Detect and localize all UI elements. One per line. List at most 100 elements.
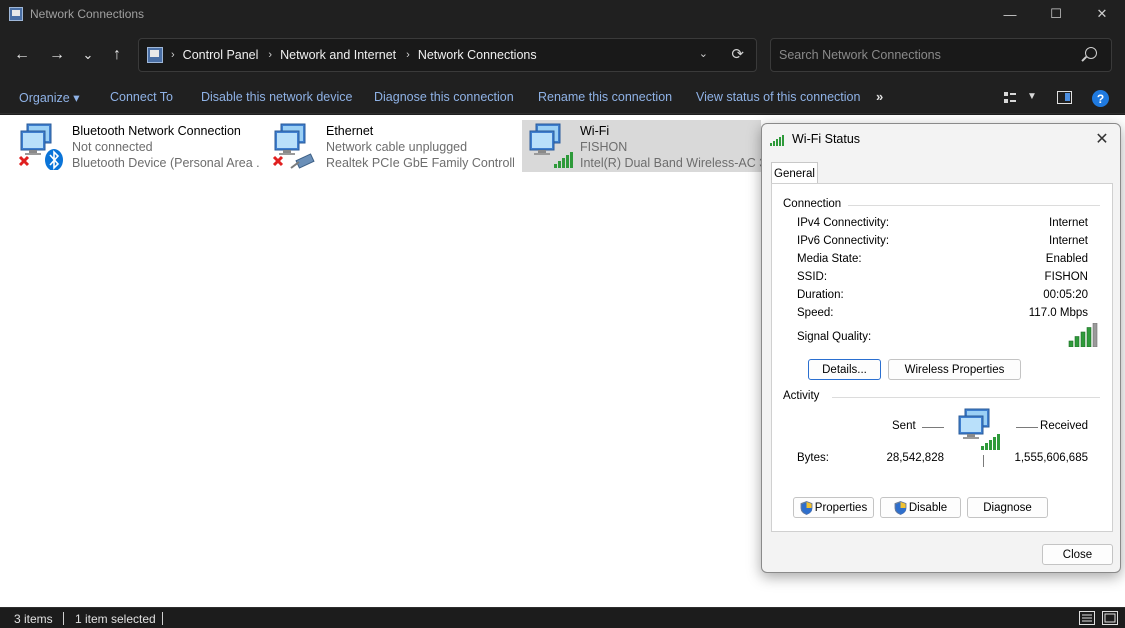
bluetooth-network-icon — [18, 123, 63, 170]
change-view-icon[interactable] — [1004, 92, 1016, 104]
organize-menu[interactable]: Organize ▾ — [19, 90, 79, 105]
ssid-label: SSID: — [797, 271, 828, 283]
address-bar[interactable]: › Control Panel › Network and Internet ›… — [138, 38, 757, 72]
connection-device: Intel(R) Dual Band Wireless-AC 31... — [580, 156, 761, 170]
ssid-value: FISHON — [1044, 271, 1088, 283]
navigation-bar: ← → ⌄ ↑ › Control Panel › Network and In… — [0, 28, 1125, 82]
breadcrumb-separator[interactable]: › — [268, 49, 272, 61]
activity-group-label: Activity — [783, 390, 820, 402]
received-line — [1016, 427, 1038, 428]
status-bar: 3 items 1 item selected — [0, 607, 1125, 628]
wireless-properties-button[interactable]: Wireless Properties — [888, 359, 1021, 380]
connection-item-wifi[interactable]: Wi-Fi FISHON Intel(R) Dual Band Wireless… — [522, 120, 761, 172]
connection-name: Ethernet — [326, 124, 374, 138]
status-divider — [63, 612, 64, 625]
maximize-button[interactable]: ☐ — [1033, 0, 1079, 28]
diagnose-button[interactable]: Diagnose — [967, 497, 1048, 518]
connection-name: Wi-Fi — [580, 124, 610, 138]
view-options-dropdown-icon[interactable]: ▼ — [1027, 91, 1037, 102]
rename-connection-button[interactable]: Rename this connection — [538, 90, 672, 104]
close-button[interactable]: ✕ — [1079, 0, 1125, 28]
disable-button[interactable]: Disable — [880, 497, 961, 518]
command-bar: Organize ▾ Connect To Disable this netwo… — [0, 82, 1125, 114]
connection-device: Realtek PCIe GbE Family Controller — [326, 156, 514, 170]
breadcrumb-control-panel[interactable]: Control Panel — [183, 48, 259, 62]
status-divider — [162, 612, 163, 625]
ipv6-label: IPv6 Connectivity: — [797, 235, 890, 247]
bytes-sent-value: 28,542,828 — [886, 452, 944, 464]
preview-pane-icon[interactable] — [1057, 91, 1072, 104]
uac-shield-icon — [894, 500, 907, 515]
back-button[interactable]: ← — [10, 43, 34, 67]
disable-label: Disable — [908, 501, 948, 514]
signal-quality-icon — [1068, 323, 1098, 347]
window-controls: — ☐ ✕ — [987, 0, 1125, 28]
ipv4-value: Internet — [1049, 217, 1088, 229]
duration-value: 00:05:20 — [1043, 289, 1088, 301]
view-status-button[interactable]: View status of this connection — [696, 90, 860, 104]
uac-shield-icon — [800, 500, 813, 515]
control-panel-icon — [9, 7, 23, 21]
connection-status: Not connected — [72, 140, 153, 154]
group-divider — [848, 205, 1100, 206]
connection-item-ethernet[interactable]: Ethernet Network cable unplugged Realtek… — [254, 120, 516, 172]
dialog-close-button[interactable]: Close — [1042, 544, 1113, 565]
duration-label: Duration: — [797, 289, 844, 301]
search-box[interactable] — [770, 38, 1112, 72]
connection-status: FISHON — [580, 140, 628, 154]
search-icon[interactable] — [1085, 47, 1097, 59]
speed-label: Speed: — [797, 307, 834, 319]
title-bar: Network Connections — ☐ ✕ — [0, 0, 1125, 28]
refresh-icon[interactable]: ⟳ — [731, 45, 744, 63]
large-icons-view-icon[interactable] — [1102, 611, 1118, 625]
dialog-close-icon[interactable]: ✕ — [1092, 129, 1112, 149]
breadcrumb-network-and-internet[interactable]: Network and Internet — [280, 48, 396, 62]
ipv6-value: Internet — [1049, 235, 1088, 247]
sent-line — [922, 427, 944, 428]
connection-name: Bluetooth Network Connection — [72, 124, 241, 138]
tab-general[interactable]: General — [771, 162, 818, 184]
details-button[interactable]: Details... — [808, 359, 881, 380]
properties-button[interactable]: Properties — [793, 497, 874, 518]
details-view-icon[interactable] — [1079, 611, 1095, 625]
dialog-title: Wi-Fi Status — [792, 132, 861, 146]
breadcrumb-separator: › — [171, 49, 175, 61]
forward-button[interactable]: → — [45, 43, 69, 67]
ethernet-network-icon — [272, 123, 315, 169]
item-count: 3 items — [14, 612, 53, 626]
recent-locations-button[interactable]: ⌄ — [76, 43, 100, 67]
signal-bar — [1080, 331, 1086, 347]
group-divider — [832, 397, 1100, 398]
ipv4-label: IPv4 Connectivity: — [797, 217, 890, 229]
window-title: Network Connections — [30, 7, 145, 21]
up-button[interactable]: ↑ — [105, 43, 129, 67]
media-state-value: Enabled — [1045, 253, 1088, 265]
signal-bar — [1092, 323, 1098, 347]
sent-label: Sent — [892, 420, 916, 432]
breadcrumb-separator[interactable]: › — [406, 49, 410, 61]
connection-status: Network cable unplugged — [326, 140, 468, 154]
search-input[interactable] — [779, 48, 1069, 62]
properties-label: Properties — [814, 501, 868, 514]
breadcrumb-network-connections[interactable]: Network Connections — [418, 48, 537, 62]
help-icon[interactable]: ? — [1092, 90, 1109, 107]
connect-to-button[interactable]: Connect To — [110, 90, 173, 104]
wifi-network-icon — [529, 123, 573, 168]
network-activity-icon — [958, 408, 1000, 450]
received-label: Received — [1040, 420, 1088, 432]
diagnose-connection-button[interactable]: Diagnose this connection — [374, 90, 514, 104]
address-dropdown-icon[interactable]: ⌄ — [699, 47, 708, 60]
connection-item-bluetooth[interactable]: Bluetooth Network Connection Not connect… — [0, 120, 262, 172]
signal-strength-icon — [770, 135, 784, 146]
signal-bar — [1086, 327, 1092, 347]
wifi-status-dialog: Wi-Fi Status ✕ General Connection IPv4 C… — [761, 123, 1121, 573]
connection-device: Bluetooth Device (Personal Area ... — [72, 156, 260, 170]
connection-group-label: Connection — [783, 198, 842, 210]
signal-quality-label: Signal Quality: — [797, 331, 872, 343]
minimize-button[interactable]: — — [987, 0, 1033, 28]
bytes-received-value: 1,555,606,685 — [1014, 452, 1088, 464]
disable-device-button[interactable]: Disable this network device — [201, 90, 352, 104]
media-state-label: Media State: — [797, 253, 862, 265]
control-panel-icon — [147, 47, 163, 63]
more-commands-icon[interactable]: » — [876, 89, 883, 104]
